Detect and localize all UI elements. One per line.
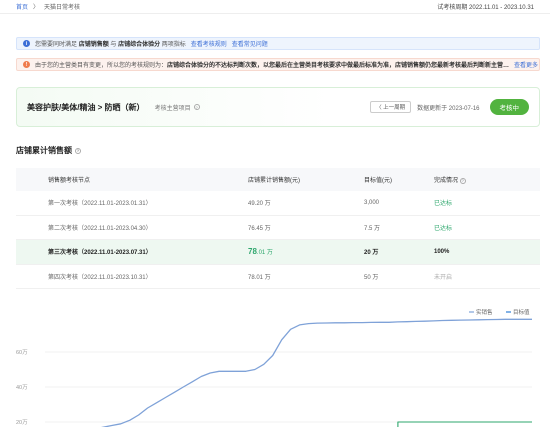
row-target: 7.5 万 [364, 225, 381, 232]
row-amount: 49.20 万 [248, 201, 271, 208]
header-target: 目标值(元) [364, 178, 392, 184]
previous-period-button[interactable]: 〈 上一周期 [370, 101, 412, 113]
section-title: 店铺累计销售额 ? [16, 145, 81, 156]
row-target: 50 万 [364, 274, 379, 281]
legend-item[interactable]: 实销售 [476, 308, 493, 316]
row-node: 第二次考核（2022.11.01-2023.04.30） [48, 225, 152, 232]
y-tick-label: 40万 [16, 384, 28, 391]
header-amount: 店铺累计销售额(元) [248, 178, 300, 184]
table-row: 第二次考核（2022.11.01-2023.04.30） 76.45 万 7.5… [16, 216, 540, 240]
warning-notice-text: 由于您的主营类目有变更，所以您的考核规则为：店铺综合体验分的不达标判断次数，以您… [35, 60, 509, 69]
series-line-actual [100, 318, 532, 427]
warning-notice: ! 由于您的主营类目有变更，所以您的考核规则为：店铺综合体验分的不达标判断次数，… [16, 58, 540, 71]
row-amount: 78.01 万 [248, 274, 271, 281]
status-badge[interactable]: 考核中 [489, 99, 529, 115]
row-target: 3,000 [364, 199, 380, 206]
target-category-label: 考核主营项目 ? [155, 103, 200, 112]
info-metric-sales: 店铺销售额 [78, 42, 109, 48]
assessment-period: 试考核周期 2022.11.01 - 2023.10.31 [437, 5, 534, 11]
row-amount: 76.45 万 [248, 225, 271, 232]
table-row: 第一次考核（2022.11.01-2023.01.31） 49.20 万 3,0… [16, 191, 540, 216]
table-row-current: 第三次考核（2022.11.01-2023.07.31） 78.01 万 20 … [16, 240, 540, 265]
sales-line-chart: 60万 40万 20万 实销售 目标值 [16, 308, 532, 427]
y-tick-label: 20万 [16, 419, 28, 426]
warning-text-bold: 店铺综合体验分的不达标判断次数，以您最后在主营类目考核要求中做最后标准为准，店铺… [167, 63, 510, 69]
sales-table: 销售额考核节点 店铺累计销售额(元) 目标值(元) 完成情况 ? 第一次考核（2… [16, 168, 540, 289]
table-header: 销售额考核节点 店铺累计销售额(元) 目标值(元) 完成情况 ? [16, 168, 540, 191]
category-card: 美容护肤/美体/精油 > 防晒（新） 考核主营项目 ? 〈 上一周期 数据更新于… [16, 87, 540, 127]
breadcrumb: 首页 〉 天猫日常考核 [16, 2, 80, 11]
info-text-pre: 您需要同时满足 [35, 42, 78, 48]
row-status: 100% [434, 248, 450, 255]
series-line-target [397, 421, 532, 427]
row-node: 第一次考核（2022.11.01-2023.01.31） [48, 201, 152, 208]
breadcrumb-current: 天猫日常考核 [44, 5, 81, 11]
top-bar: 首页 〉 天猫日常考核 试考核周期 2022.11.01 - 2023.10.3… [0, 0, 550, 14]
header-status-text: 完成情况 [434, 178, 459, 184]
row-node: 第三次考核（2022.11.01-2023.07.31） [48, 250, 152, 257]
info-icon: i [23, 40, 30, 47]
row-status: 已达标 [434, 201, 453, 208]
row-amount-main: 78 [248, 247, 257, 257]
breadcrumb-home[interactable]: 首页 [16, 2, 28, 11]
info-metric-experience: 店铺综合体验分 [118, 42, 161, 48]
row-target: 20 万 [364, 250, 379, 257]
target-label-text: 考核主营项目 [154, 105, 191, 112]
row-node: 第四次考核（2022.11.01-2023.10.31） [48, 274, 152, 281]
header-node: 销售额考核节点 [48, 178, 91, 184]
help-icon[interactable]: ? [193, 104, 200, 110]
header-status: 完成情况 ? [434, 175, 534, 184]
help-icon[interactable]: ? [75, 147, 81, 154]
legend-item[interactable]: 目标值 [513, 308, 530, 316]
view-faq-link[interactable]: 查看常见问题 [232, 39, 268, 48]
row-status: 已达标 [434, 225, 453, 232]
section-title-text: 店铺累计销售额 [16, 146, 72, 155]
view-rules-link[interactable]: 查看考核规则 [191, 39, 227, 48]
warning-icon: ! [23, 61, 30, 68]
view-more-link[interactable]: 查看更多 [514, 60, 538, 69]
warning-text-pre: 由于您的主营类目有变更，所以您的考核规则为： [35, 63, 168, 69]
info-notice: i 您需要同时满足 店铺销售额 与 店铺综合体验分 两项指标 查看考核规则 查看… [16, 37, 540, 50]
row-status: 未开启 [434, 274, 453, 281]
breadcrumb-separator: 〉 [33, 5, 40, 11]
info-text-post: 两项指标 [161, 42, 186, 48]
data-updated-text: 数据更新于 2023-07-16 [417, 105, 480, 112]
y-tick-label: 60万 [16, 349, 28, 356]
help-icon[interactable]: ? [459, 177, 466, 184]
info-text-mid: 与 [110, 42, 117, 48]
row-amount: 78.01 万 [248, 247, 364, 256]
row-amount-fraction: .01 万 [256, 250, 273, 257]
info-notice-text: 您需要同时满足 店铺销售额 与 店铺综合体验分 两项指标 [35, 39, 186, 48]
category-name: 美容护肤/美体/精油 > 防晒（新） [27, 102, 145, 112]
table-row: 第四次考核（2022.11.01-2023.10.31） 78.01 万 50 … [16, 265, 540, 289]
